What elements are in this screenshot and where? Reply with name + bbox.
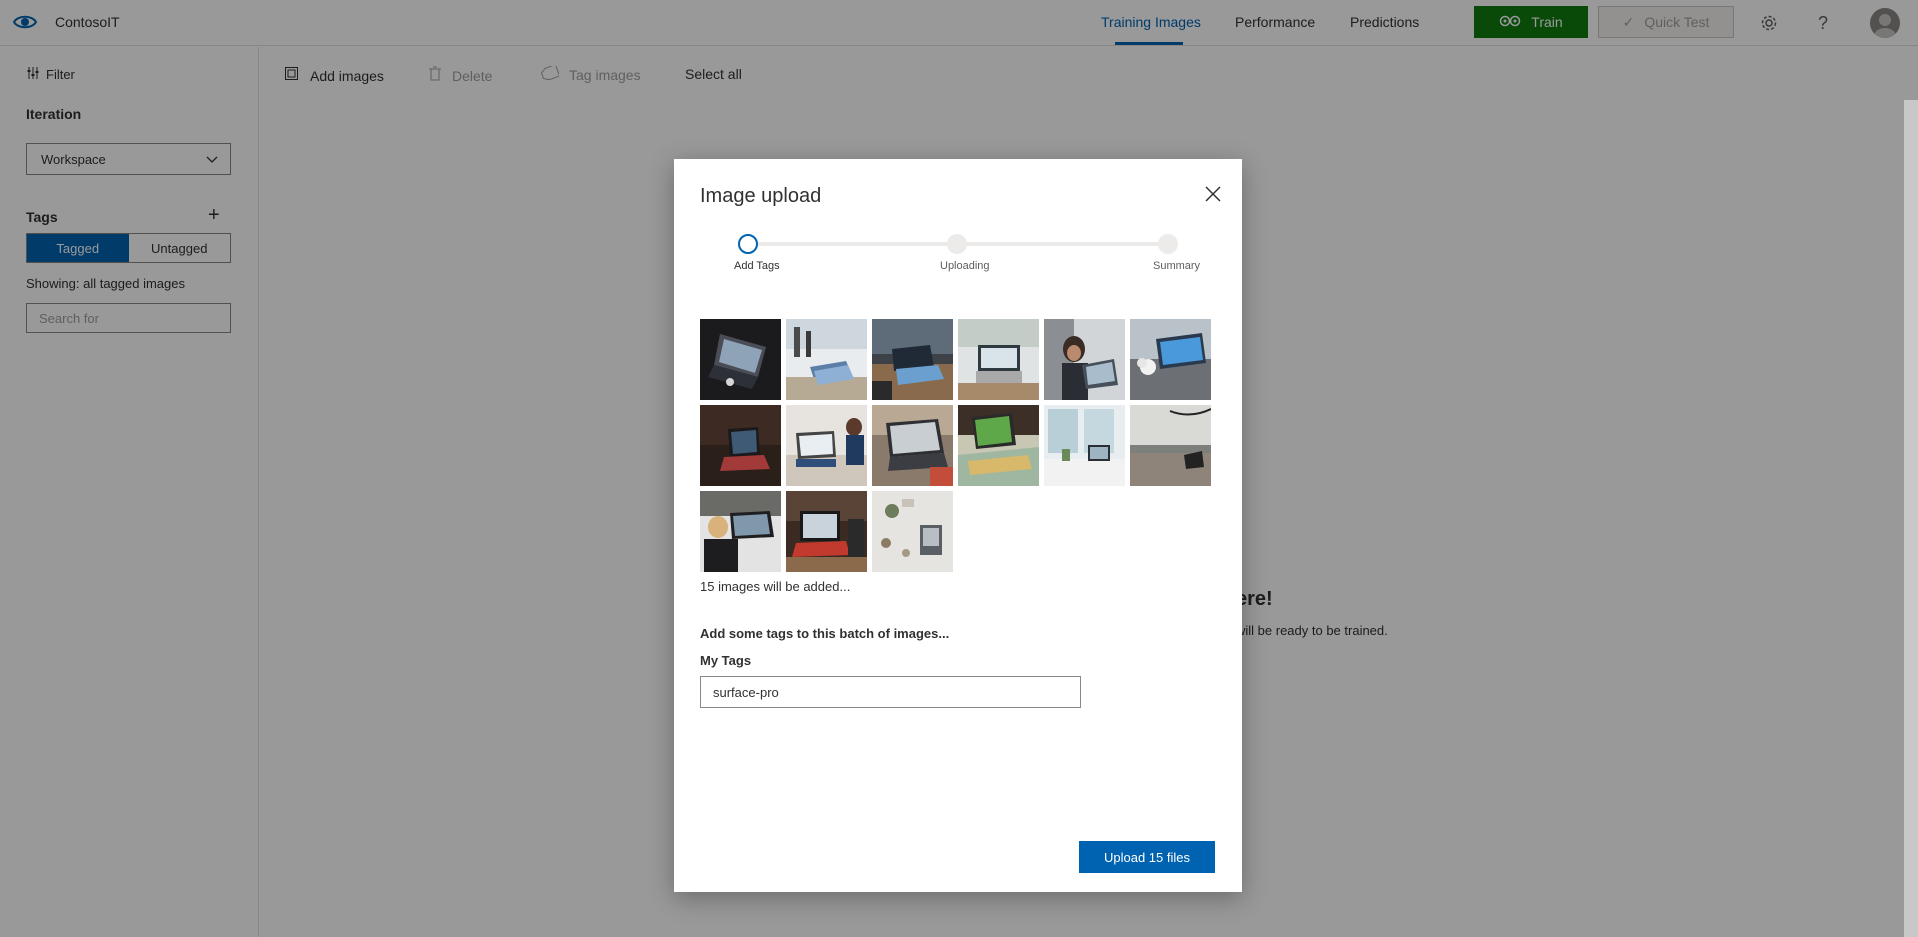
step-label-add-tags: Add Tags — [734, 260, 780, 272]
dialog-title: Image upload — [700, 185, 822, 207]
thumbnail-5[interactable] — [1044, 319, 1125, 400]
thumbnail-3[interactable] — [872, 319, 953, 400]
images-count-text: 15 images will be added... — [700, 579, 851, 594]
thumbnail-15[interactable] — [872, 491, 953, 572]
thumbnail-6[interactable] — [1130, 319, 1211, 400]
upload-files-button[interactable]: Upload 15 files — [1079, 841, 1215, 873]
step-dot-summary — [1158, 234, 1178, 254]
thumbnail-11[interactable] — [1044, 405, 1125, 486]
thumbnail-14[interactable] — [786, 491, 867, 572]
thumbnail-10[interactable] — [958, 405, 1039, 486]
thumbnail-9[interactable] — [872, 405, 953, 486]
thumbnail-13[interactable] — [700, 491, 781, 572]
thumbnail-8[interactable] — [786, 405, 867, 486]
thumbnail-12[interactable] — [1130, 405, 1211, 486]
add-tags-prompt: Add some tags to this batch of images... — [700, 626, 950, 641]
thumbnail-7[interactable] — [700, 405, 781, 486]
thumbnail-4[interactable] — [958, 319, 1039, 400]
my-tags-label: My Tags — [700, 653, 752, 668]
page-scrollbar[interactable] — [1904, 100, 1918, 937]
image-upload-dialog: Image upload Add Tags Uploading Summary — [674, 159, 1242, 892]
thumbnail-2[interactable] — [786, 319, 867, 400]
step-dot-add-tags — [738, 234, 758, 254]
my-tags-input[interactable]: surface-pro — [700, 676, 1081, 708]
step-dot-uploading — [947, 234, 967, 254]
thumbnail-1[interactable] — [700, 319, 781, 400]
step-label-uploading: Uploading — [940, 260, 990, 272]
step-label-summary: Summary — [1153, 260, 1201, 272]
close-icon[interactable] — [1202, 183, 1224, 205]
